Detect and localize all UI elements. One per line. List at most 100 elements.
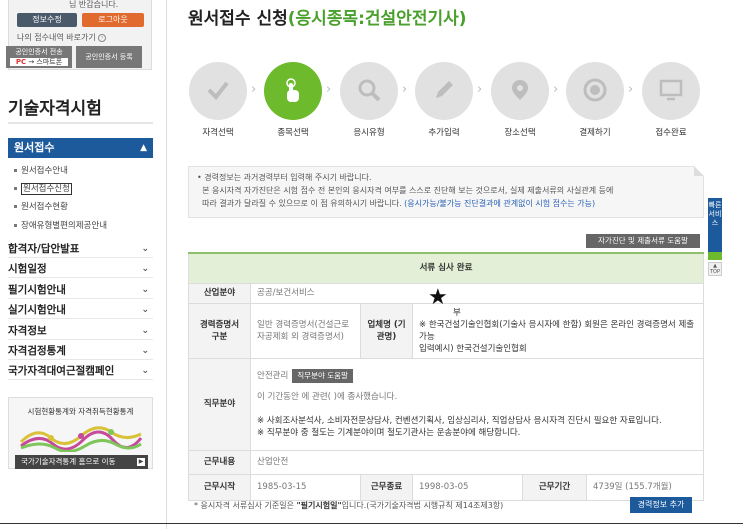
company-name: 부 xyxy=(453,307,461,318)
notice-line: 따라 결과가 달라질 수 있으므로 이 점 유의하시기 바랍니다. (응시가능/… xyxy=(197,197,695,210)
menu-qualification-info[interactable]: 자격정보 ⌄ xyxy=(8,322,153,340)
scroll-top-button[interactable]: ▲ TOP xyxy=(708,262,722,276)
won-coin-icon xyxy=(583,78,607,102)
notice-line: • 경력정보는 과거경력부터 입력해 주시기 바랍니다. xyxy=(197,173,372,182)
bullet-icon xyxy=(14,169,17,172)
check-icon xyxy=(207,81,229,101)
cert-register-button[interactable]: 공인인증서 등록 xyxy=(76,46,142,68)
submenu-label: 원서접수안내 xyxy=(21,166,68,176)
progress-steps: 자격선택 › 종목선택 › 응시유형 › 추가입력 › 장소선택 › 결제하기 … xyxy=(188,62,704,142)
step-additional: 추가입력 xyxy=(414,62,474,138)
submenu-item-guide[interactable]: 원서접수안내 xyxy=(14,164,154,176)
main-content: 원서접수 신청(응시종목:건설안전기사) 자격선택 › 종목선택 › 응시유형 … xyxy=(188,0,708,529)
step-qualification: 자격선택 xyxy=(188,62,248,138)
company-example: 입력예시) 한국건설기술인협회 xyxy=(419,343,527,354)
certificate-type-label: 경력증명서 구분 xyxy=(188,302,251,359)
banner-link[interactable]: 국가기술자격통계 홈으로 이동 ▶ xyxy=(15,455,148,469)
step-location: 장소선택 xyxy=(490,62,550,138)
divider xyxy=(8,122,153,124)
menu-campaign[interactable]: 국가자격대여근절캠페인 ⌄ xyxy=(8,362,153,380)
step-label: 종목선택 xyxy=(277,128,309,138)
menu-statistics[interactable]: 자격검정통계 ⌄ xyxy=(8,342,153,360)
menu-label: 합격자/답안발표 xyxy=(8,243,80,255)
self-diagnosis-help-button[interactable]: 자가진단 및 제출서류 도움말 xyxy=(586,234,700,248)
step-type: 응시유형 xyxy=(339,62,399,138)
map-pin-icon xyxy=(512,80,528,100)
menu-label: 필기시험안내 xyxy=(8,284,66,296)
bullet-icon xyxy=(14,224,17,227)
end-date-label: 근무종료 xyxy=(360,473,413,501)
step-label: 자격선택 xyxy=(202,128,234,138)
step-subject: 종목선택 xyxy=(263,62,323,138)
trend-lines-graphic xyxy=(19,426,143,452)
page-title: 원서접수 신청(응시종목:건설안전기사) xyxy=(188,4,467,29)
welcome-text: 님 반갑습니다. xyxy=(69,0,119,9)
period-label: 근무기간 xyxy=(522,473,587,501)
recent-applications-link[interactable]: 나의 접수내역 바로가기 › xyxy=(17,32,107,43)
notice-text: 따라 결과가 달라질 수 있으므로 이 점 유의하시기 바랍니다. xyxy=(202,199,402,208)
arrow-right-icon: › xyxy=(98,33,107,42)
menu-practical-exam[interactable]: 실기시험안내 ⌄ xyxy=(8,301,153,319)
page-title-subject: (응시종목:건설안전기사) xyxy=(287,9,467,29)
menu-label: 자격정보 xyxy=(8,325,47,337)
notice-text: 경력정보는 과거경력부터 입력해 주시기 바랍니다. xyxy=(204,173,372,182)
company-value: 부 ※ 한국건설기술인협회(기술사 응시자에 한함) 회원은 온라인 경력증명서… xyxy=(412,302,704,359)
footnote: * 응시자격 서류심사 기준일은 "필기시험일"입니다.(국가기술자격법 시행규… xyxy=(194,501,504,510)
banner-link-label: 국가기술자격통계 홈으로 이동 xyxy=(21,457,116,466)
quick-service-toggle[interactable] xyxy=(708,252,722,260)
job-field-note: ※ 사회조사분석사, 소비자전문상담사, 컨벤션기획사, 임상심리사, 직업상담… xyxy=(257,416,662,426)
banner-title: 시험현황통계와 자격취득현황통계 xyxy=(27,407,134,416)
chevron-down-icon: ⌄ xyxy=(141,305,149,315)
quick-service-tab[interactable]: 빠른서비스 xyxy=(708,198,722,252)
smartphone-label: 스마트폰 xyxy=(36,58,63,66)
job-field-cell: 안전관리 직무분야 도움말 이 기간동안 에 관련( )에 종사했습니다. ※ 사… xyxy=(250,357,704,451)
add-career-button[interactable]: 경력정보 추가 xyxy=(630,497,692,513)
star-mark: ★ xyxy=(428,285,448,310)
end-date-value: 1998-03-05 xyxy=(412,473,523,501)
job-field-help-button[interactable]: 직무분야 도움말 xyxy=(292,369,353,383)
menu-written-exam[interactable]: 필기시험안내 ⌄ xyxy=(8,281,153,299)
menu-application[interactable]: 원서접수 ▲ xyxy=(8,138,153,158)
step-complete: 접수완료 xyxy=(641,62,701,138)
menu-label: 국가자격대여근절캠페인 xyxy=(8,365,115,377)
step-label: 응시유형 xyxy=(353,128,385,138)
company-note: ※ 한국건설기술인협회(기술사 응시자에 한함) 회원은 온라인 경력증명서 제… xyxy=(419,319,695,342)
menu-label: 자격검정통계 xyxy=(8,345,66,357)
top-label: TOP xyxy=(709,269,720,275)
search-icon xyxy=(358,79,381,102)
chevron-down-icon: ⌄ xyxy=(141,264,149,274)
statistics-banner[interactable]: 시험현황통계와 자격취득현황통계 국가기술자격통계 홈으로 이동 ▶ xyxy=(8,397,153,469)
start-date-label: 근무시작 xyxy=(188,473,251,501)
job-field-note: ※ 직무분야 중 철도는 기계분야이며 철도기관사는 운송분야에 해당합니다. xyxy=(257,428,521,438)
step-label: 장소선택 xyxy=(504,128,536,138)
edit-info-button[interactable]: 정보수정 xyxy=(17,13,77,27)
hand-pointer-icon xyxy=(286,78,299,102)
cert-transfer-button[interactable]: 공인인증서 전송 PC → 스마트폰 xyxy=(6,46,72,68)
submenu-item-disability[interactable]: 장애유형별편의제공안내 xyxy=(14,219,154,231)
chevron-down-icon: ⌄ xyxy=(141,326,149,336)
job-field-description: 이 기간동안 에 관련( )에 종사했습니다. xyxy=(257,392,398,402)
recent-link-label: 나의 접수내역 바로가기 xyxy=(17,33,96,42)
logout-button[interactable]: 로그아웃 xyxy=(82,13,144,27)
submenu-item-status[interactable]: 원서접수현황 xyxy=(14,200,154,212)
submenu-item-apply[interactable]: 원서접수신청 xyxy=(14,182,154,195)
step-payment: 결제하기 xyxy=(565,62,625,138)
menu-schedule[interactable]: 시험일정 ⌄ xyxy=(8,260,153,278)
sidebar: 님 반갑습니다. 정보수정 로그아웃 나의 접수내역 바로가기 › 공인인증서 … xyxy=(0,0,167,529)
submenu-label: 원서접수신청 xyxy=(21,183,72,195)
company-label: 업체명 (기관명) xyxy=(360,302,413,359)
menu-results[interactable]: 합격자/답안발표 ⌄ xyxy=(8,240,153,258)
notice-box: • 경력정보는 과거경력부터 입력해 주시기 바랍니다. 본 응시자격 자가진단… xyxy=(188,166,704,218)
chevron-down-icon: ⌄ xyxy=(141,366,149,376)
chevron-right-icon: › xyxy=(553,82,559,97)
notice-line: 본 응시자격 자가진단은 시험 접수 전 본인의 응시자격 여부를 스스로 진단… xyxy=(197,184,695,197)
chevron-right-icon: › xyxy=(477,82,483,97)
pc-label: PC xyxy=(15,58,27,66)
bullet-icon xyxy=(14,205,17,208)
footnote-text: 응시자격 서류심사 기준일은 xyxy=(200,501,297,510)
chevron-right-icon: › xyxy=(251,82,257,97)
chevron-right-icon: › xyxy=(402,82,408,97)
sidebar-title: 기술자격시험 xyxy=(8,99,102,119)
play-icon: ▶ xyxy=(137,458,145,466)
chevron-right-icon: › xyxy=(326,82,332,97)
